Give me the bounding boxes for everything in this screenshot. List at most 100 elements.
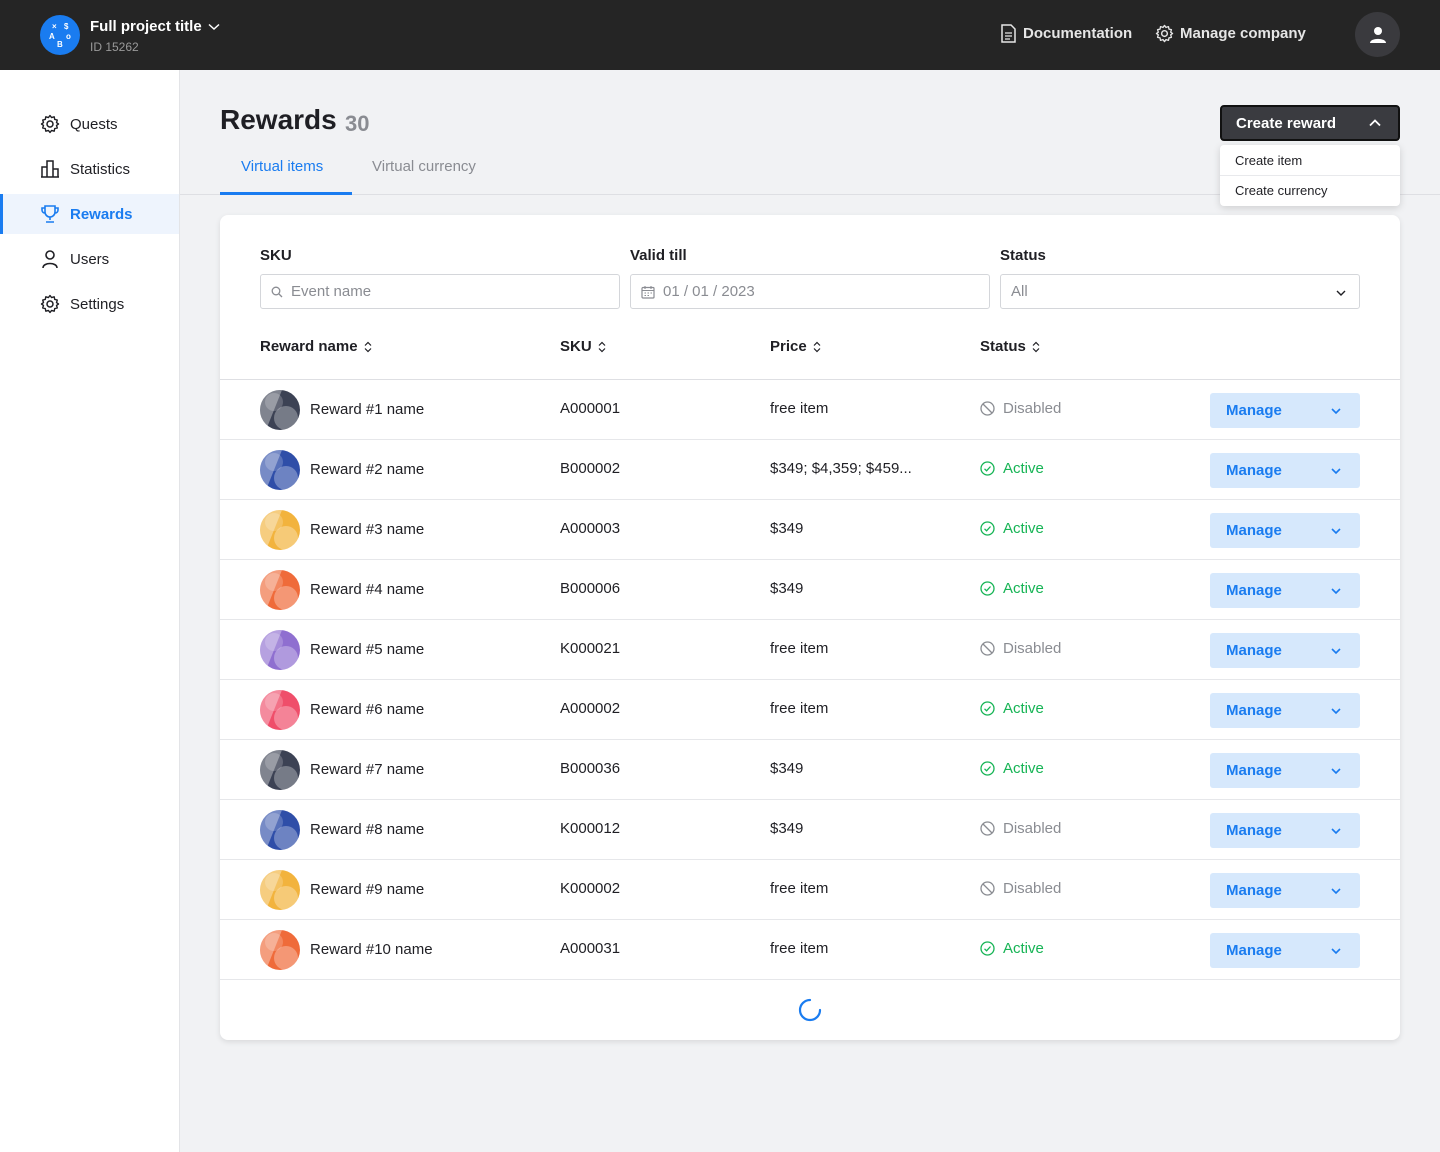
manage-button[interactable]: Manage — [1210, 753, 1360, 788]
sku-search-input[interactable] — [291, 283, 591, 300]
manage-label: Manage — [1226, 882, 1282, 899]
reward-thumbnail — [260, 450, 300, 490]
chevron-down-icon — [1331, 828, 1341, 835]
column-header-reward-name[interactable]: Reward name — [260, 338, 372, 355]
manage-label: Manage — [1226, 522, 1282, 539]
manage-label: Manage — [1226, 762, 1282, 779]
gear-icon — [40, 114, 60, 134]
status-label: Disabled — [1003, 400, 1062, 417]
manage-label: Manage — [1226, 942, 1282, 959]
reward-name: Reward #9 name — [310, 881, 425, 898]
column-header-sku[interactable]: SKU — [560, 338, 606, 355]
manage-label: Manage — [1226, 642, 1282, 659]
column-header-label: Reward name — [260, 338, 358, 355]
user-avatar-button[interactable] — [1355, 12, 1400, 57]
reward-price: $349 — [770, 580, 804, 597]
reward-price: $349 — [770, 760, 804, 777]
chevron-down-icon — [1331, 588, 1341, 595]
documentation-link[interactable]: Documentation — [1000, 24, 1132, 43]
sidebar-item-settings[interactable]: Settings — [0, 284, 179, 324]
chevron-down-icon — [1336, 290, 1346, 296]
valid-till-date-field[interactable]: 01 / 01 / 2023 — [630, 274, 990, 309]
sidebar-item-users[interactable]: Users — [0, 239, 179, 279]
sidebar-item-label: Statistics — [70, 160, 131, 178]
chevron-down-icon — [1331, 888, 1341, 895]
menu-item-create-currency[interactable]: Create currency — [1220, 175, 1400, 205]
reward-thumbnail — [260, 930, 300, 970]
manage-button[interactable]: Manage — [1210, 513, 1360, 548]
create-reward-button[interactable]: Create reward — [1220, 105, 1400, 141]
search-icon — [271, 286, 283, 297]
reward-price: free item — [770, 700, 829, 717]
tab-virtual-currency[interactable]: Virtual currency — [372, 158, 476, 175]
tab-virtual-items[interactable]: Virtual items — [241, 158, 323, 175]
manage-button[interactable]: Manage — [1210, 633, 1360, 668]
status-filter-value: All — [1011, 283, 1028, 300]
reward-name: Reward #8 name — [310, 821, 425, 838]
reward-sku: K000021 — [560, 640, 621, 657]
sku-filter-field[interactable] — [260, 274, 620, 309]
manage-button[interactable]: Manage — [1210, 873, 1360, 908]
sidebar-item-quests[interactable]: Quests — [0, 104, 179, 144]
reward-sku: K000002 — [560, 880, 621, 897]
status-badge: Active — [980, 940, 1044, 957]
status-badge: Disabled — [980, 880, 1061, 897]
status-label: Active — [1003, 520, 1044, 537]
reward-name: Reward #7 name — [310, 761, 425, 778]
status-label: Disabled — [1003, 880, 1062, 897]
sidebar-item-label: Users — [70, 250, 110, 268]
table-row: Reward #10 name A000031 free item Active Man… — [220, 920, 1400, 980]
reward-price: free item — [770, 880, 829, 897]
documentation-label: Documentation — [1023, 25, 1133, 42]
manage-company-link[interactable]: Manage company — [1155, 24, 1306, 43]
status-badge: Disabled — [980, 820, 1061, 837]
manage-label: Manage — [1226, 822, 1282, 839]
sidebar: Quests Statistics Rewards Users Settings — [0, 70, 180, 1152]
sidebar-item-statistics[interactable]: Statistics — [0, 149, 179, 189]
reward-name: Reward #5 name — [310, 641, 425, 658]
disabled-icon — [980, 881, 995, 896]
reward-name: Reward #10 name — [310, 941, 433, 958]
active-tab-indicator — [220, 192, 352, 195]
chevron-down-icon — [208, 23, 220, 30]
logo-glyph: o — [66, 32, 71, 41]
check-circle-icon — [980, 461, 995, 476]
reward-price: free item — [770, 400, 829, 417]
reward-name: Reward #3 name — [310, 521, 425, 538]
menu-item-create-item[interactable]: Create item — [1220, 145, 1400, 175]
sort-icon — [364, 341, 371, 352]
sidebar-item-rewards[interactable]: Rewards — [0, 194, 179, 234]
status-filter-select[interactable]: All — [1000, 274, 1360, 309]
project-switcher[interactable]: Full project title — [90, 18, 220, 35]
check-circle-icon — [980, 701, 995, 716]
bar-chart-icon — [41, 160, 59, 178]
table-row: Reward #8 name K000012 $349 Disabled Manage — [220, 800, 1400, 860]
reward-thumbnail — [260, 870, 300, 910]
sidebar-item-label: Settings — [70, 295, 125, 313]
sidebar-item-label: Quests — [70, 115, 118, 133]
project-logo[interactable]: × $ A o B — [40, 15, 80, 55]
column-header-status[interactable]: Status — [980, 338, 1040, 355]
create-reward-label: Create reward — [1236, 114, 1337, 132]
manage-button[interactable]: Manage — [1210, 693, 1360, 728]
status-label: Active — [1003, 760, 1044, 777]
manage-button[interactable]: Manage — [1210, 813, 1360, 848]
manage-button[interactable]: Manage — [1210, 573, 1360, 608]
status-badge: Active — [980, 580, 1044, 597]
status-badge: Active — [980, 760, 1044, 777]
manage-button[interactable]: Manage — [1210, 393, 1360, 428]
table-row: Reward #7 name B000036 $349 Active Manage — [220, 740, 1400, 800]
chevron-down-icon — [1331, 948, 1341, 955]
valid-till-value: 01 / 01 / 2023 — [663, 283, 755, 300]
status-label: Active — [1003, 460, 1044, 477]
sort-icon — [1032, 341, 1040, 352]
reward-thumbnail — [260, 630, 300, 670]
column-header-price[interactable]: Price — [770, 338, 821, 355]
sku-filter-label: SKU — [260, 247, 292, 264]
manage-button[interactable]: Manage — [1210, 933, 1360, 968]
loading-spinner-icon — [798, 998, 822, 1022]
sort-icon — [813, 341, 821, 352]
reward-thumbnail — [260, 750, 300, 790]
manage-button[interactable]: Manage — [1210, 453, 1360, 488]
create-reward-menu: Create item Create currency — [1220, 145, 1400, 206]
